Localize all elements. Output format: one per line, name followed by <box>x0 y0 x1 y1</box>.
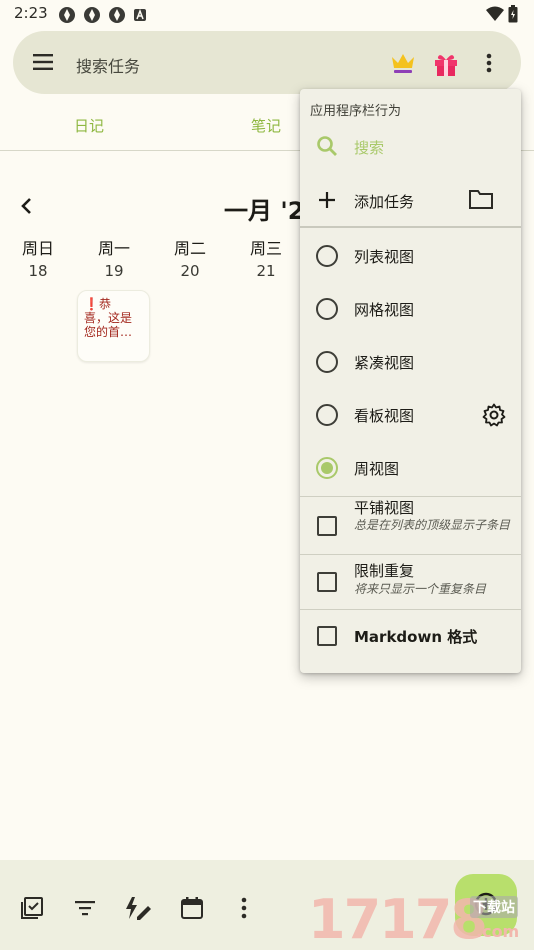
gear-icon[interactable] <box>482 403 506 427</box>
menu-item-compact-view[interactable]: 紧凑视图 <box>300 337 521 387</box>
checkbox[interactable] <box>317 572 337 592</box>
menu-item-grid-view[interactable]: 网格视图 <box>300 284 521 334</box>
menu-item-week-view[interactable]: 周视图 <box>300 443 521 493</box>
menu-item-add-task[interactable]: 添加任务 <box>300 177 521 225</box>
notification-icon <box>109 7 125 23</box>
watermark-site: 下载站 <box>470 896 518 918</box>
day-name: 周二 <box>173 239 206 258</box>
app-notification-icon <box>134 8 146 21</box>
wifi-icon <box>486 6 504 21</box>
menu-item-label: Markdown 格式 <box>354 628 478 646</box>
gift-icon[interactable] <box>432 51 460 77</box>
menu-item-markdown[interactable]: Markdown 格式 <box>300 610 521 662</box>
more-vert-icon[interactable] <box>483 52 495 74</box>
menu-item-label: 平铺视图 <box>354 499 415 517</box>
priority-icon: ❗ <box>84 297 99 311</box>
calendar-icon[interactable] <box>180 896 204 920</box>
checkbox[interactable] <box>317 626 337 646</box>
folder-icon[interactable] <box>468 188 494 210</box>
watermark-digits: 17178 <box>308 888 488 950</box>
menu-item-kanban-view[interactable]: 看板视图 <box>300 390 521 440</box>
add-icon <box>319 192 335 208</box>
day-column[interactable]: 周三 21 <box>236 239 296 283</box>
day-name: 周三 <box>249 239 282 258</box>
menu-item-label: 添加任务 <box>354 193 415 211</box>
day-number: 21 <box>256 262 276 280</box>
checklist-icon[interactable] <box>20 896 44 920</box>
day-name: 周日 <box>21 239 54 258</box>
menu-header: 应用程序栏行为 <box>310 104 402 119</box>
menu-icon[interactable] <box>31 50 57 74</box>
day-name: 周一 <box>97 239 130 258</box>
day-column[interactable]: 周日 18 <box>8 239 68 283</box>
month-title: 一月 '2 <box>224 197 305 225</box>
menu-item-label: 看板视图 <box>354 407 415 425</box>
more-vert-icon[interactable] <box>238 896 250 920</box>
search-bar[interactable]: 搜索任务 <box>13 31 521 94</box>
battery-icon <box>508 5 518 23</box>
menu-item-limit-repeat[interactable]: 限制重复 将来只显示一个重复条目 <box>300 555 521 608</box>
menu-item-list-view[interactable]: 列表视图 <box>300 231 521 281</box>
menu-item-label: 紧凑视图 <box>354 354 415 372</box>
search-input[interactable]: 搜索任务 <box>76 53 140 77</box>
checkbox[interactable] <box>317 516 337 536</box>
overflow-menu: 应用程序栏行为 搜索 添加任务 列表视图 网格视图 紧凑视图 看板视图 周视图 … <box>300 89 521 673</box>
chevron-left-icon[interactable] <box>16 194 38 218</box>
search-icon <box>317 136 337 156</box>
day-number: 20 <box>180 262 200 280</box>
notification-icon <box>84 7 100 23</box>
bolt-edit-icon[interactable] <box>124 896 152 920</box>
notification-icon <box>59 7 75 23</box>
radio-button[interactable] <box>316 404 338 426</box>
menu-item-label: 周视图 <box>354 460 400 478</box>
status-time: 2:23 <box>14 4 48 22</box>
task-title-start: 恭 <box>98 297 111 311</box>
task-card[interactable]: ❗恭 喜，这是您的首… <box>77 290 150 362</box>
notification-icons <box>58 6 147 24</box>
day-number: 19 <box>104 262 124 280</box>
system-icons <box>486 5 518 23</box>
tab-diary[interactable]: 日记 <box>74 115 104 136</box>
status-bar: 2:23 <box>0 0 534 28</box>
radio-button[interactable] <box>316 245 338 267</box>
menu-item-label: 网格视图 <box>354 301 415 319</box>
menu-item-label: 搜索 <box>354 139 385 157</box>
radio-button-selected[interactable] <box>316 457 338 479</box>
radio-button[interactable] <box>316 351 338 373</box>
tab-notes[interactable]: 笔记 <box>251 115 281 136</box>
filter-icon[interactable] <box>73 896 97 920</box>
day-column[interactable]: 周二 20 <box>160 239 220 283</box>
day-column[interactable]: 周一 19 <box>84 239 144 283</box>
menu-item-search[interactable]: 搜索 <box>300 125 521 169</box>
menu-item-label: 列表视图 <box>354 248 415 266</box>
menu-item-description: 将来只显示一个重复条目 <box>354 582 487 596</box>
crown-icon[interactable] <box>389 49 417 75</box>
menu-item-flat-view[interactable]: 平铺视图 总是在列表的顶级显示子条目 <box>300 497 521 554</box>
radio-button[interactable] <box>316 298 338 320</box>
watermark-domain: .com <box>476 922 520 941</box>
task-title-rest: 喜，这是您的首… <box>84 311 133 339</box>
day-number: 18 <box>28 262 48 280</box>
menu-item-label: 限制重复 <box>354 562 415 580</box>
menu-item-description: 总是在列表的顶级显示子条目 <box>354 518 511 532</box>
menu-divider <box>300 226 521 228</box>
